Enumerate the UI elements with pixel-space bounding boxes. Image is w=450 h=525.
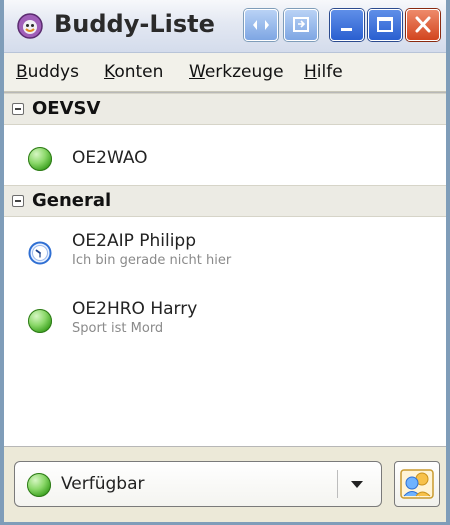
menu-hilfe-mnemonic: H <box>304 62 317 82</box>
buddy-avatar-icon <box>400 469 434 499</box>
buddy-row-oe2hro[interactable]: OE2HRO Harry Sport ist Mord <box>4 295 446 347</box>
window-arrows-button[interactable] <box>244 9 278 41</box>
status-label: Verfügbar <box>61 474 145 494</box>
menu-buddys-mnemonic: B <box>16 62 28 82</box>
maximize-button[interactable] <box>368 9 402 41</box>
buddy-list-window: Buddy-Liste Buddys Konten Werkzeuge Hilf… <box>0 0 450 525</box>
menu-werkzeuge-rest: erkzeuge <box>204 62 284 82</box>
collapse-icon[interactable] <box>12 195 24 207</box>
menu-bar: Buddys Konten Werkzeuge Hilfe <box>4 53 446 92</box>
menu-konten[interactable]: Konten <box>104 62 163 82</box>
group-header-oevsv[interactable]: OEVSV <box>4 93 446 125</box>
available-icon <box>28 309 52 333</box>
window-title: Buddy-Liste <box>54 10 215 38</box>
close-button[interactable] <box>406 9 440 41</box>
menu-hilfe[interactable]: Hilfe <box>304 62 343 82</box>
chevron-down-icon[interactable] <box>351 481 363 488</box>
buddy-row-oe2aip[interactable]: OE2AIP Philipp Ich bin gerade nicht hier <box>4 227 446 279</box>
double-arrow-icon <box>253 20 269 30</box>
available-icon <box>27 473 51 497</box>
minimize-icon <box>341 28 352 31</box>
avatar-button[interactable] <box>394 461 440 507</box>
minimize-button[interactable] <box>330 9 364 41</box>
group-header-general[interactable]: General <box>4 185 446 217</box>
buddy-name: OE2AIP Philipp <box>72 231 197 251</box>
group-name: OEVSV <box>32 98 101 119</box>
buddy-row-oe2wao[interactable]: OE2WAO <box>4 133 446 185</box>
group-name: General <box>32 190 112 211</box>
buddy-list[interactable]: OEVSV OE2WAO General OE2AIP Philipp Ich … <box>4 92 446 446</box>
menu-konten-rest: onten <box>114 62 164 82</box>
menu-hilfe-rest: ilfe <box>316 62 343 82</box>
buddy-name: OE2HRO Harry <box>72 299 198 319</box>
menu-buddys[interactable]: Buddys <box>16 62 79 82</box>
pidgin-app-icon <box>17 13 43 39</box>
menu-konten-mnemonic: K <box>104 62 115 82</box>
away-clock-icon <box>28 241 52 265</box>
buddy-status-message: Sport ist Mord <box>72 321 164 336</box>
maximize-icon <box>377 17 393 32</box>
title-bar[interactable]: Buddy-Liste <box>4 0 446 53</box>
status-selector[interactable]: Verfügbar <box>14 461 382 507</box>
menu-buddys-rest: uddys <box>27 62 79 82</box>
close-icon <box>415 16 431 33</box>
menu-werkzeuge[interactable]: Werkzeuge <box>189 62 284 82</box>
menu-werkzeuge-mnemonic: W <box>189 62 205 82</box>
buddy-status-message: Ich bin gerade nicht hier <box>72 253 232 268</box>
window-dock-button[interactable] <box>284 9 318 41</box>
buddy-name: OE2WAO <box>72 148 148 168</box>
dock-icon <box>293 17 309 32</box>
available-icon <box>28 147 52 171</box>
status-bar: Verfügbar <box>4 446 446 522</box>
status-selector-divider <box>337 470 338 498</box>
collapse-icon[interactable] <box>12 103 24 115</box>
